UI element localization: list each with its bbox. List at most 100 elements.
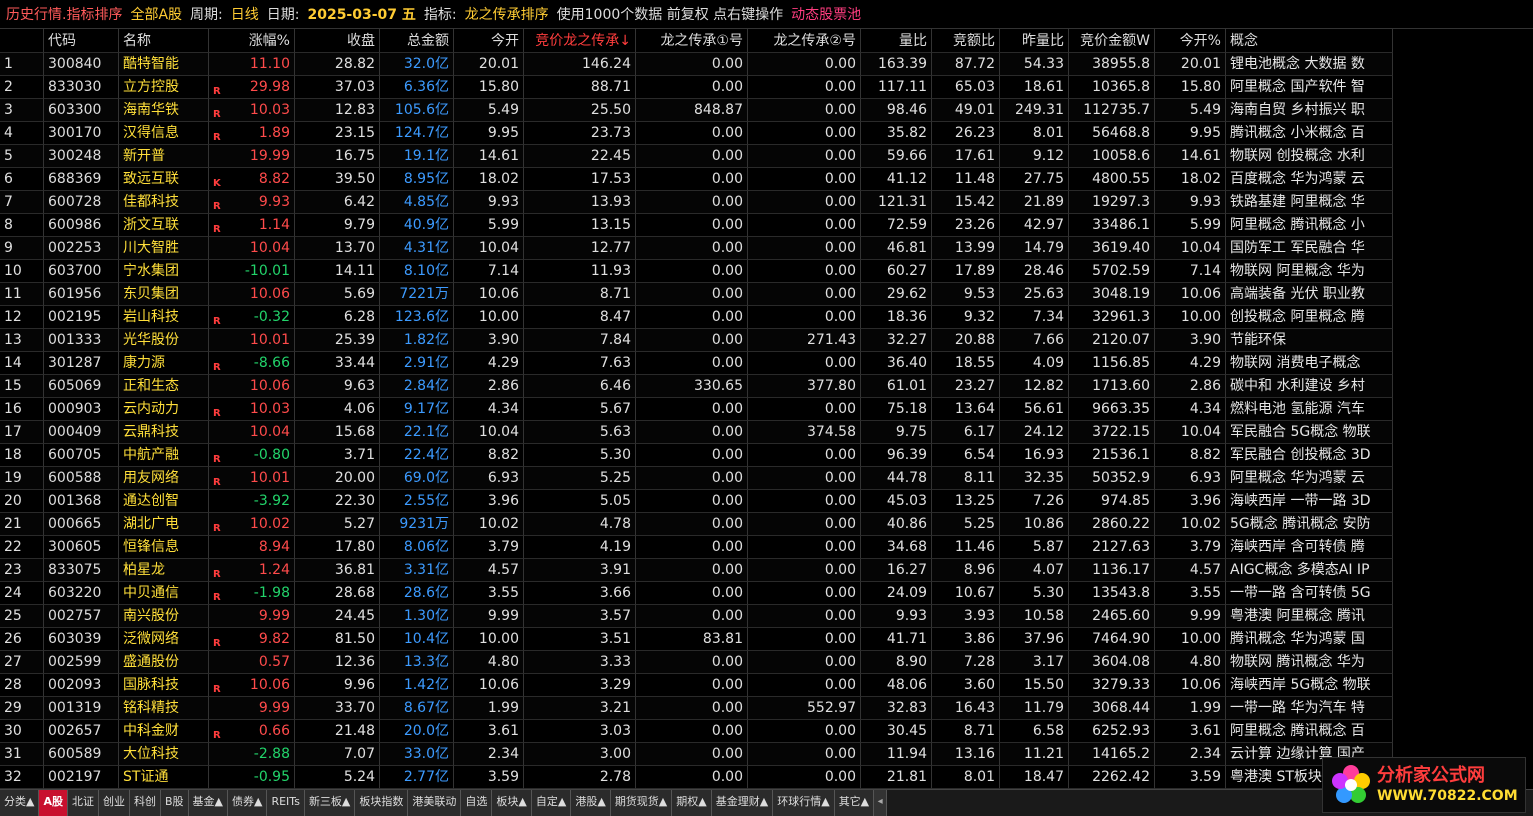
table-row[interactable]: 18 600705 中航产融 R -0.80 3.71 22.4亿 8.82 5.30 0.00 0…	[0, 444, 1393, 467]
auction-amount-value: 974.85	[1101, 493, 1150, 509]
table-row[interactable]: 32 002197 ST证通 -0.95 5.24 2.77亿 3.59 2.78 0.00 0.…	[0, 766, 1393, 789]
volume-ratio-value: 46.81	[886, 240, 927, 256]
table-row[interactable]: 13 001333 光华股份 10.01 25.39 1.82亿 3.90 7.84 0.00 2…	[0, 329, 1393, 352]
row-number-value: 10	[4, 263, 22, 279]
column-header[interactable]: 竞额比	[932, 29, 1000, 53]
table-row[interactable]: 9 002253 川大智胜 10.04 13.70 4.31亿 10.04 12.77 0.00…	[0, 237, 1393, 260]
volume-ratio: 98.46	[861, 99, 932, 122]
table-row[interactable]: 17 000409 云鼎科技 10.04 15.68 22.1亿 10.04 5.63 0.00…	[0, 421, 1393, 444]
market-tab[interactable]: 其它▲	[834, 790, 875, 816]
table-row[interactable]: 30 002657 中科金财 R 0.66 21.48 20.0亿 3.61 3.03 0.00 0…	[0, 720, 1393, 743]
concept-tags-value: 百度概念 华为鸿蒙 云	[1230, 171, 1365, 187]
column-header[interactable]: 今开	[454, 29, 524, 53]
market-tab[interactable]: 港美联动	[408, 790, 462, 816]
market-tab[interactable]: 债券▲	[228, 790, 268, 816]
table-row[interactable]: 1 300840 酷特智能 11.10 28.82 32.0亿 20.01 146.24 0.0…	[0, 53, 1393, 76]
view-title[interactable]: 历史行情.指标排序	[6, 4, 122, 24]
prev-volume-ratio-value: 28.46	[1023, 263, 1064, 279]
table-row[interactable]: 21 000665 湖北广电 R 10.02 5.27 9231万 10.02 4.78 0.00…	[0, 513, 1393, 536]
table-row[interactable]: 5 300248 新开普 19.99 16.75 19.1亿 14.61 22.45 0.00 0…	[0, 145, 1393, 168]
concept-tags: 碳中和 水利建设 乡村	[1226, 375, 1393, 398]
auction-indicator: 8.71	[524, 283, 636, 306]
column-header[interactable]: 收盘	[295, 29, 380, 53]
date-value[interactable]: 2025-03-07 五	[307, 4, 415, 24]
market-tab[interactable]: 期货现货▲	[610, 790, 673, 816]
table-row[interactable]: 22 300605 恒锋信息 8.94 17.80 8.06亿 3.79 4.19 0.00 0.…	[0, 536, 1393, 559]
column-header[interactable]: 总金额	[380, 29, 454, 53]
market-tab[interactable]: 板块指数	[355, 790, 409, 816]
table-row[interactable]: 28 002093 国脉科技 R 10.06 9.96 1.42亿 10.06 3.29 0.00…	[0, 674, 1393, 697]
column-header[interactable]: 涨幅%	[209, 29, 295, 53]
market-scope[interactable]: 全部A股	[130, 4, 182, 24]
market-tab[interactable]: 期权▲	[672, 790, 712, 816]
table-row[interactable]: 24 603220 中贝通信 R -1.98 28.68 28.6亿 3.55 3.66 0.00…	[0, 582, 1393, 605]
indicator-2-value: 0.00	[824, 677, 856, 693]
auction-amount-ratio-value: 13.25	[954, 493, 995, 509]
table-row[interactable]: 11 601956 东贝集团 10.06 5.69 7221万 10.06 8.71 0.00 0…	[0, 283, 1393, 306]
row-number: 2	[0, 76, 44, 99]
table-row[interactable]: 7 600728 佳都科技 R 9.93 6.42 4.85亿 9.93 13.93 0.00 0.…	[0, 191, 1393, 214]
table-row[interactable]: 4 300170 汉得信息 R 1.89 23.15 124.7亿 9.95 23.73 0.00…	[0, 122, 1393, 145]
table-row[interactable]: 6 688369 致远互联 K 8.82 39.50 8.95亿 18.02 17.53 0.00…	[0, 168, 1393, 191]
margin-flag: R	[213, 454, 221, 465]
column-header[interactable]: 量比	[861, 29, 932, 53]
table-row[interactable]: 10 603700 宁水集团 -10.01 14.11 8.10亿 7.14 11.93 0.0…	[0, 260, 1393, 283]
column-header[interactable]: 代码	[44, 29, 119, 53]
market-tab[interactable]: 分类▲	[0, 790, 40, 816]
tab-scroll-left-icon[interactable]: ◂	[874, 790, 888, 816]
table-row[interactable]: 23 833075 柏星龙 R 1.24 36.81 3.31亿 4.57 3.91 0.00 0.…	[0, 559, 1393, 582]
market-tab[interactable]: 基金▲	[188, 790, 228, 816]
market-tab[interactable]: 新三板▲	[304, 790, 356, 816]
table-row[interactable]: 25 002757 南兴股份 9.99 24.45 1.30亿 9.99 3.57 0.00 0.…	[0, 605, 1393, 628]
indicator-value[interactable]: 龙之传承排序	[465, 4, 549, 24]
table-row[interactable]: 14 301287 康力源 R -8.66 33.44 2.91亿 4.29 7.63 0.00 0…	[0, 352, 1393, 375]
table-row[interactable]: 27 002599 盛通股份 0.57 12.36 13.3亿 4.80 3.33 0.00 0.…	[0, 651, 1393, 674]
auction-amount-value: 5702.59	[1092, 263, 1150, 279]
stock-name-value: 国脉科技	[123, 677, 179, 693]
table-row[interactable]: 20 001368 通达创智 -3.92 22.30 2.55亿 3.96 5.05 0.00 0…	[0, 490, 1393, 513]
table-row[interactable]: 3 603300 海南华铁 R 10.03 12.83 105.6亿 5.49 25.50 848…	[0, 99, 1393, 122]
column-header[interactable]: 名称	[119, 29, 209, 53]
column-header[interactable]: 竞价金额W	[1069, 29, 1155, 53]
column-header[interactable]: 今开%	[1155, 29, 1226, 53]
table-row[interactable]: 15 605069 正和生态 10.06 9.63 2.84亿 2.86 6.46 330.65…	[0, 375, 1393, 398]
table-row[interactable]: 12 002195 岩山科技 R -0.32 6.28 123.6亿 10.00 8.47 0.0…	[0, 306, 1393, 329]
column-header[interactable]: 龙之传承①号	[636, 29, 748, 53]
table-row[interactable]: 26 603039 泛微网络 R 9.82 81.50 10.4亿 10.00 3.51 83.8…	[0, 628, 1393, 651]
table-row[interactable]: 2 833030 立方控股 R 29.98 37.03 6.36亿 15.80 88.71 0.0…	[0, 76, 1393, 99]
market-tab[interactable]: A股	[39, 790, 68, 816]
market-tab[interactable]: 基金理财▲	[711, 790, 774, 816]
close-price: 28.82	[295, 53, 380, 76]
table-row[interactable]: 16 000903 云内动力 R 10.03 4.06 9.17亿 4.34 5.67 0.00 0…	[0, 398, 1393, 421]
market-tab[interactable]: 板块▲	[492, 790, 532, 816]
change-pct-value: 1.24	[258, 562, 290, 578]
volume-ratio-value: 163.39	[878, 56, 927, 72]
column-header[interactable]: 龙之传承②号	[748, 29, 861, 53]
stock-code-value: 002093	[48, 677, 102, 693]
column-header[interactable]	[0, 29, 44, 53]
table-row[interactable]: 19 600588 用友网络 R 10.01 20.00 69.0亿 6.93 5.25 0.00…	[0, 467, 1393, 490]
market-tab[interactable]: 自选	[461, 790, 493, 816]
column-header[interactable]: 概念	[1226, 29, 1393, 53]
total-amount-value: 1.30亿	[403, 608, 449, 624]
market-tab[interactable]: 港股▲	[571, 790, 611, 816]
table-row[interactable]: 29 001319 铭科精技 9.99 33.70 8.67亿 1.99 3.21 0.00 55…	[0, 697, 1393, 720]
column-header[interactable]: 竞价龙之传承↓	[524, 29, 636, 53]
margin-flag: R	[213, 86, 221, 97]
stock-code: 300170	[44, 122, 119, 145]
column-header[interactable]: 昨量比	[1000, 29, 1069, 53]
indicator-1: 0.00	[636, 214, 748, 237]
market-tab[interactable]: 科创	[129, 790, 161, 816]
table-row[interactable]: 31 600589 大位科技 -2.88 7.07 33.0亿 2.34 3.00 0.00 0.…	[0, 743, 1393, 766]
dynamic-stock-pool[interactable]: 动态股票池	[791, 4, 861, 24]
market-tab[interactable]: 创业	[98, 790, 130, 816]
market-tab[interactable]: 环球行情▲	[773, 790, 835, 816]
close-price: 24.45	[295, 605, 380, 628]
auction-indicator: 3.03	[524, 720, 636, 743]
market-tab[interactable]: 北证	[67, 790, 99, 816]
table-row[interactable]: 8 600986 浙文互联 R 1.14 9.79 40.9亿 5.99 13.15 0.00 0.…	[0, 214, 1393, 237]
market-tab[interactable]: 自定▲	[531, 790, 572, 816]
market-tab[interactable]: B股	[160, 790, 189, 816]
period-value[interactable]: 日线	[231, 4, 259, 24]
market-tab[interactable]: REITs	[267, 790, 305, 816]
